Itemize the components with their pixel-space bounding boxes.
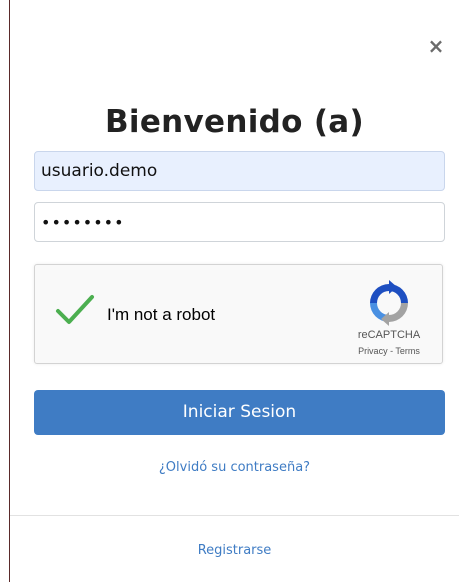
terms-link[interactable]: Terms	[395, 346, 420, 356]
recaptcha-brand: reCAPTCHA	[357, 329, 421, 341]
background-page-edge	[0, 0, 10, 582]
close-icon[interactable]: ×	[427, 36, 445, 56]
footer-divider	[10, 515, 459, 516]
privacy-link[interactable]: Privacy	[358, 346, 388, 356]
login-button[interactable]: Iniciar Sesion	[34, 390, 445, 435]
checkmark-icon[interactable]	[55, 293, 95, 327]
username-input[interactable]	[34, 151, 445, 191]
modal-title: Bienvenido (a)	[104, 104, 364, 140]
login-modal: × Bienvenido (a) I'm not a robot reCAPTC…	[10, 0, 459, 582]
recaptcha-widget: I'm not a robot reCAPTCHA Privacy - Term…	[34, 264, 443, 364]
captcha-label: I'm not a robot	[107, 305, 216, 324]
recaptcha-logo-icon	[370, 280, 408, 326]
register-link[interactable]: Registrarse	[10, 543, 459, 558]
forgot-password-link[interactable]: ¿Olvidó su contraseña?	[10, 460, 459, 475]
password-input[interactable]	[34, 202, 445, 242]
recaptcha-links: Privacy - Terms	[335, 346, 443, 356]
